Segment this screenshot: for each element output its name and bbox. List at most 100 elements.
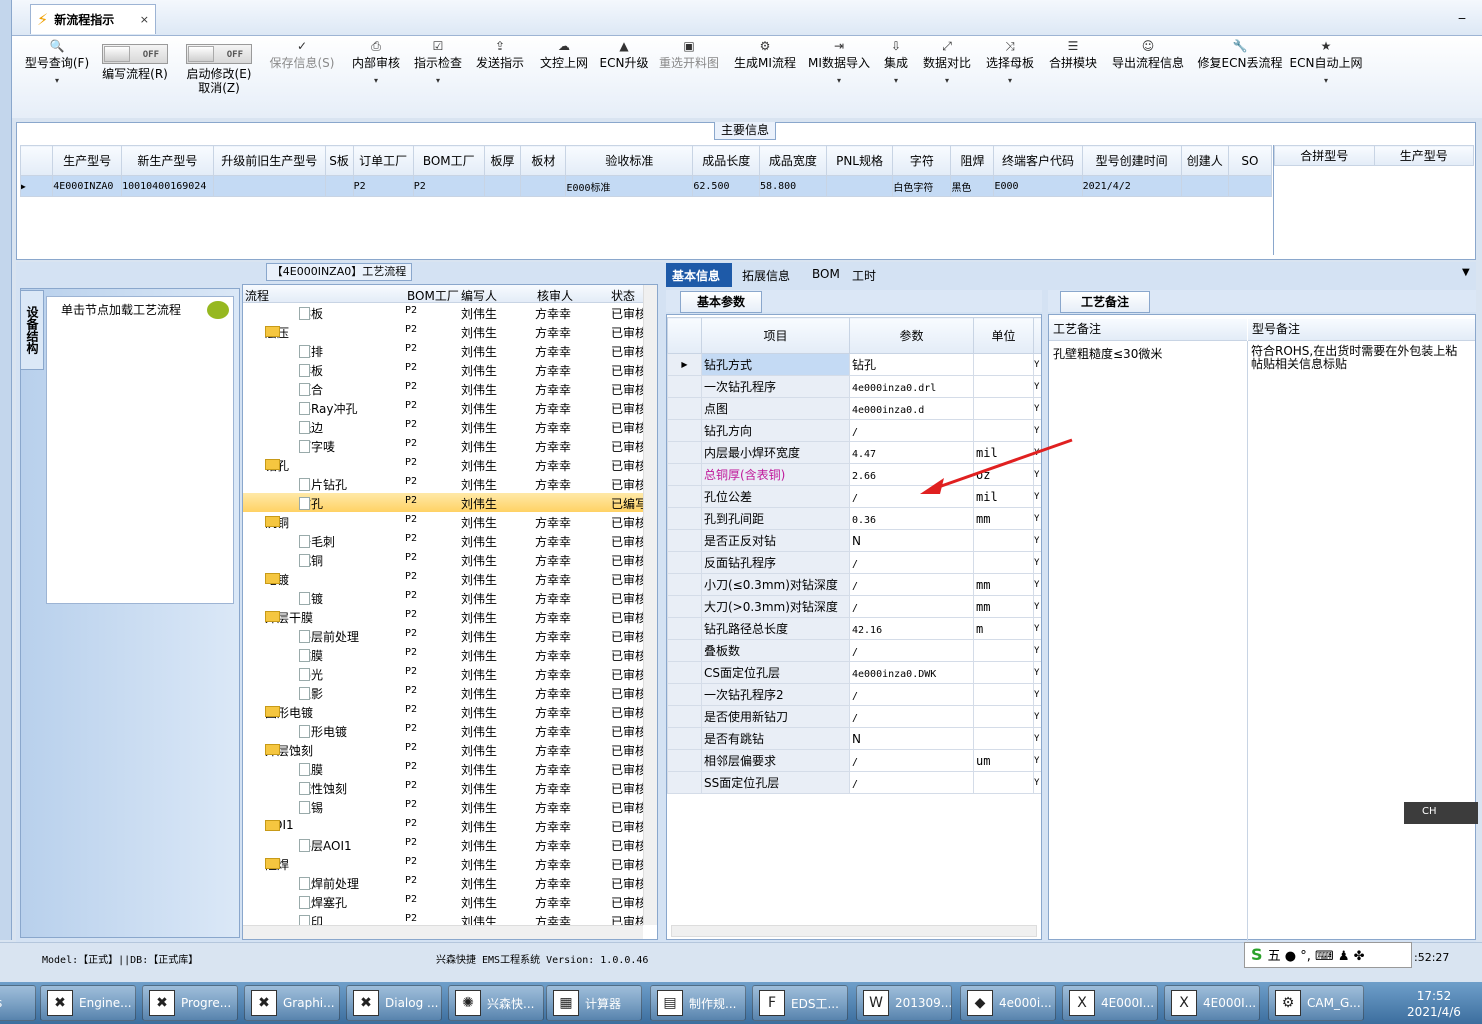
model-remark-text[interactable]: 符合ROHS,在出货时需要在外包装上粘帖贴相关信息标贴 — [1251, 345, 1461, 371]
tab-basic-params[interactable]: 基本参数 — [680, 291, 762, 313]
flow-row[interactable]: 贴膜 P2 刘伟生 方幸幸 已审核 — [243, 645, 643, 664]
flow-row[interactable]: 打字唛 P2 刘伟生 方幸幸 已审核 — [243, 436, 643, 455]
minimize-icon[interactable]: _ — [1454, 6, 1470, 22]
flow-row[interactable]: 退锡 P2 刘伟生 方幸幸 已审核 — [243, 797, 643, 816]
col-header[interactable]: 新生产型号 — [121, 145, 214, 176]
flow-row[interactable]: 外层前处理 P2 刘伟生 方幸幸 已审核 — [243, 626, 643, 645]
flow-row[interactable]: 阻焊前处理 P2 刘伟生 方幸幸 已审核 — [243, 873, 643, 892]
flow-row[interactable]: −AOI1 P2 刘伟生 方幸幸 已审核 — [243, 816, 643, 835]
flow-row[interactable]: 板镀 P2 刘伟生 方幸幸 已审核 — [243, 588, 643, 607]
horizontal-scrollbar[interactable] — [243, 925, 643, 939]
param-row[interactable]: SS面定位孔层 / Y — [667, 771, 1041, 794]
save-info-button[interactable]: ✓ 保存信息(S) — [266, 36, 338, 70]
param-row[interactable]: 是否使用新钻刀 / Y — [667, 705, 1041, 728]
tab-bom[interactable]: BOM — [812, 267, 840, 281]
cell[interactable]: P2 — [412, 175, 485, 197]
flow-row[interactable]: −外层干膜 P2 刘伟生 方幸幸 已审核 — [243, 607, 643, 626]
integrate-button[interactable]: ⇩ 集成 ▾ — [878, 36, 914, 88]
taskbar-item[interactable]: F EDS工... — [752, 985, 848, 1021]
flow-row[interactable]: −图形电镀 P2 刘伟生 方幸幸 已审核 — [243, 702, 643, 721]
mi-data-import-button[interactable]: ⇥ MI数据导入 ▾ — [806, 36, 872, 88]
flow-row[interactable]: 压合 P2 刘伟生 方幸幸 已审核 — [243, 379, 643, 398]
col-header[interactable]: 板材 — [520, 145, 567, 176]
reselect-cutting-chart-button[interactable]: ▣ 重选开料图 — [656, 36, 722, 70]
taskbar-clock[interactable]: 17:52 2021/4/6 — [1386, 988, 1482, 1020]
col-header[interactable]: 终端客户代码 — [993, 145, 1083, 176]
start-modify-toggle[interactable]: OFF 启动修改(E) 取消(Z) — [182, 44, 256, 95]
param-value[interactable]: 钻孔 — [852, 358, 876, 372]
param-row[interactable]: 是否有跳钻 N Y — [667, 727, 1041, 750]
param-row[interactable]: 一次钻孔程序 4e000inza0.drl Y — [667, 375, 1041, 398]
close-icon[interactable]: × — [140, 13, 149, 26]
tab-process-remarks[interactable]: 工艺备注 — [1060, 291, 1150, 313]
param-value[interactable]: / — [852, 427, 858, 438]
cell[interactable] — [520, 175, 567, 197]
param-value[interactable]: / — [852, 691, 858, 702]
edit-flow-toggle[interactable]: OFF 编写流程(R) — [98, 44, 172, 81]
col-header[interactable]: 板厚 — [483, 145, 522, 176]
taskbar-item[interactable]: ✖esis — [0, 985, 36, 1021]
generate-mi-flow-button[interactable]: ⚙ 生成MI流程 — [728, 36, 802, 70]
param-value[interactable]: / — [852, 779, 858, 790]
taskbar-item[interactable]: ▤ 制作规... — [650, 985, 746, 1021]
flow-row[interactable]: 丝印 P2 刘伟生 方幸幸 已审核 — [243, 911, 643, 925]
taskbar-item[interactable]: ◆ 4e000i... — [960, 985, 1056, 1021]
col-header[interactable]: PNL规格 — [825, 145, 894, 176]
cell[interactable] — [483, 175, 522, 197]
node-box[interactable]: 单击节点加载工艺流程 — [46, 296, 234, 604]
param-row[interactable]: 点图 4e000inza0.d Y — [667, 397, 1041, 420]
param-value[interactable]: / — [852, 603, 858, 614]
ime-toolbar[interactable]: S 五 ● °, ⌨ ♟ ✤ — [1244, 942, 1412, 968]
param-value[interactable]: 4e000inza0.drl — [852, 383, 936, 394]
send-instruction-button[interactable]: ⇪ 发送指示 — [472, 36, 528, 70]
param-row[interactable]: 叠板数 / Y — [667, 639, 1041, 662]
combine-col-header[interactable]: 合拼型号 — [1274, 145, 1375, 166]
col-header[interactable]: 生产型号 — [52, 145, 123, 176]
param-row[interactable]: ▶ 钻孔方式 钻孔 Y — [667, 353, 1041, 376]
flow-row[interactable]: 铣边 P2 刘伟生 方幸幸 已审核 — [243, 417, 643, 436]
flow-row[interactable]: 图形电镀 P2 刘伟生 方幸幸 已审核 — [243, 721, 643, 740]
param-row[interactable]: 反面钻孔程序 / Y — [667, 551, 1041, 574]
taskbar-item[interactable]: X 4E000I... — [1164, 985, 1260, 1021]
tab-work-hours[interactable]: 工时 — [852, 267, 876, 284]
flow-row[interactable]: 铝片钻孔 P2 刘伟生 方幸幸 已审核 — [243, 474, 643, 493]
flow-row[interactable]: −钻孔 P2 刘伟生 方幸幸 已审核 — [243, 455, 643, 474]
param-row[interactable]: 钻孔路径总长度 42.16 m Y — [667, 617, 1041, 640]
param-row[interactable]: 一次钻孔程序2/ Y — [667, 683, 1041, 706]
cell[interactable]: E000标准 — [565, 175, 694, 197]
taskbar-item[interactable]: W 201309... — [856, 985, 952, 1021]
ecn-upgrade-button[interactable]: ▲ ECN升级 — [598, 36, 650, 70]
flow-row[interactable]: −外层蚀刻 P2 刘伟生 方幸幸 已审核 — [243, 740, 643, 759]
process-remark-text[interactable]: 孔壁粗糙度≤30微米 — [1053, 345, 1239, 362]
param-value[interactable]: 4e000inza0.DWK — [852, 669, 936, 680]
flow-row[interactable]: −阻焊 P2 刘伟生 方幸幸 已审核 — [243, 854, 643, 873]
tab-extended-info[interactable]: 拓展信息 — [742, 267, 790, 284]
repair-ecn-button[interactable]: 🔧 修复ECN丢流程 — [1196, 36, 1284, 70]
col-header[interactable]: 阻焊 — [950, 145, 995, 176]
cell[interactable]: 黑色 — [950, 175, 995, 197]
cell[interactable] — [825, 175, 894, 197]
flow-row[interactable]: 去毛刺 P2 刘伟生 方幸幸 已审核 — [243, 531, 643, 550]
col-header[interactable]: 型号创建时间 — [1081, 145, 1182, 176]
col-header[interactable]: SO — [1227, 145, 1273, 176]
table-row[interactable]: ▶ 4E000INZA0 10010400169024 P2 P2 E000标准 62.50… — [19, 175, 1273, 197]
taskbar-item[interactable]: ✖ Engine... — [40, 985, 136, 1021]
flow-row[interactable]: 排板 P2 刘伟生 方幸幸 已审核 — [243, 360, 643, 379]
param-row[interactable]: 小刀(≤0.3mm)对钻深度 / mm Y — [667, 573, 1041, 596]
col-header[interactable]: 订单工厂 — [352, 145, 414, 176]
taskbar-item[interactable]: ✖ Dialog ... — [346, 985, 442, 1021]
flow-row[interactable]: 预排 P2 刘伟生 方幸幸 已审核 — [243, 341, 643, 360]
tab-basic-info[interactable]: 基本信息 — [666, 263, 732, 287]
vertical-scrollbar[interactable] — [643, 285, 657, 925]
cell[interactable] — [324, 175, 354, 197]
cell[interactable]: P2 — [352, 175, 414, 197]
cell[interactable]: 4E000INZA0 — [52, 175, 123, 197]
flow-row[interactable]: 外层AOI1 P2 刘伟生 方幸幸 已审核 — [243, 835, 643, 854]
param-value[interactable]: 4e000inza0.d — [852, 405, 924, 416]
taskbar-item[interactable]: ✖ Graphi... — [244, 985, 340, 1021]
flow-row[interactable]: −层压 P2 刘伟生 方幸幸 已审核 — [243, 322, 643, 341]
flow-row[interactable]: 显影 P2 刘伟生 方幸幸 已审核 — [243, 683, 643, 702]
param-row[interactable]: 孔到孔间距 0.36 mm Y — [667, 507, 1041, 530]
param-value[interactable]: N — [852, 534, 861, 548]
col-header[interactable]: S板 — [324, 145, 354, 176]
